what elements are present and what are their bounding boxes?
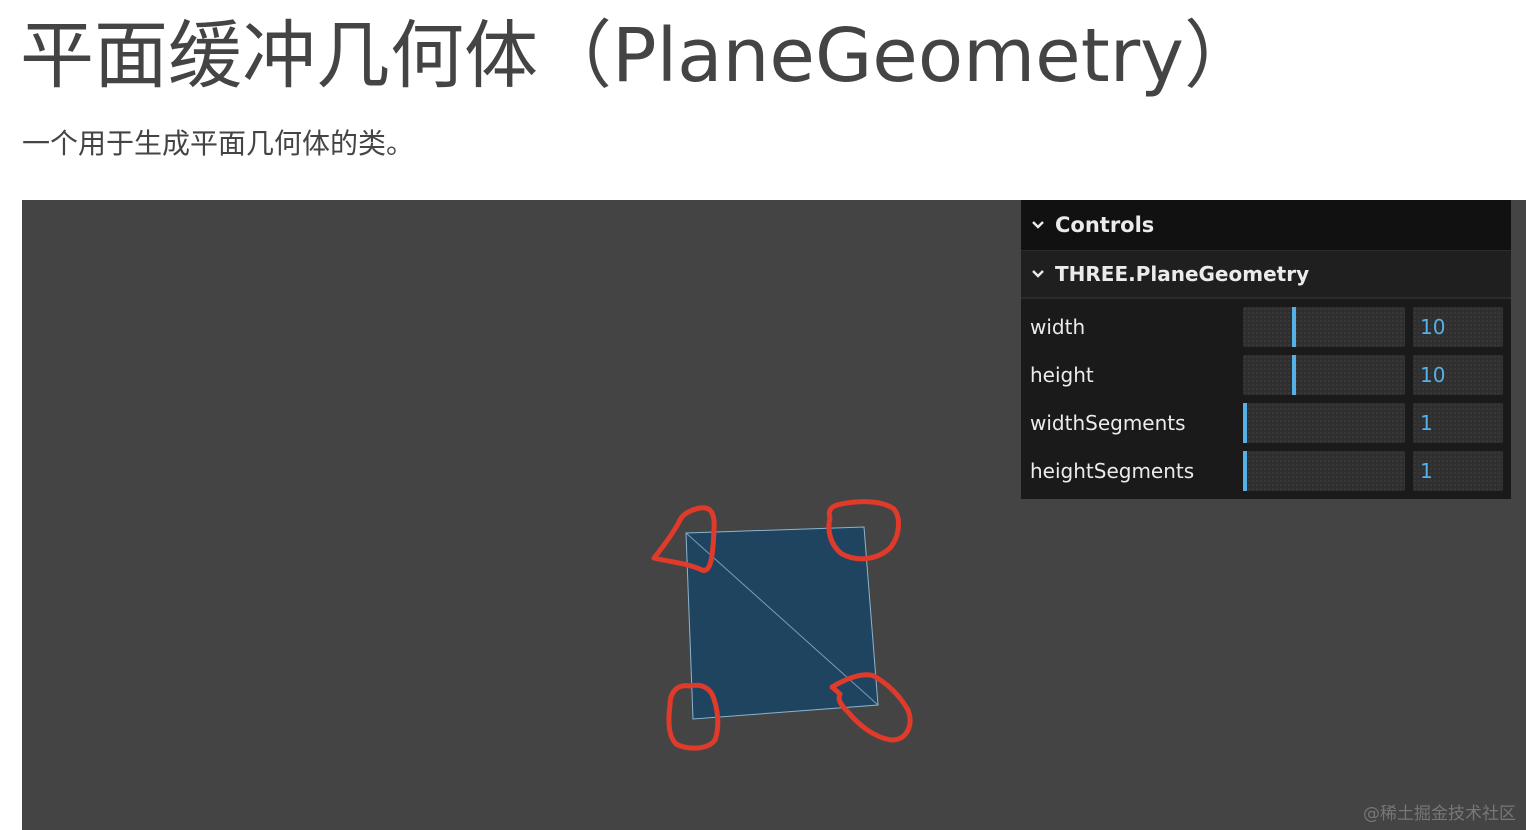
height-slider[interactable] (1243, 355, 1405, 395)
slider-handle[interactable] (1243, 451, 1247, 491)
control-label: widthSegments (1030, 411, 1186, 435)
controls-panel: Controls THREE.PlaneGeometry width 10 he… (1021, 200, 1511, 499)
slider-handle[interactable] (1243, 403, 1247, 443)
control-row-height: height 10 (1021, 351, 1511, 399)
folder-title: THREE.PlaneGeometry (1055, 262, 1310, 286)
slider-handle[interactable] (1292, 355, 1296, 395)
width-value-input[interactable]: 10 (1413, 307, 1503, 347)
folder-plane-geometry[interactable]: THREE.PlaneGeometry (1021, 251, 1511, 299)
width-slider[interactable] (1243, 307, 1405, 347)
controls-title: Controls (1055, 213, 1155, 237)
control-row-height-segments: heightSegments 1 (1021, 447, 1511, 495)
height-value-input[interactable]: 10 (1413, 355, 1503, 395)
chevron-down-icon (1021, 220, 1055, 230)
3d-viewport-canvas[interactable]: Controls THREE.PlaneGeometry width 10 he… (22, 200, 1526, 830)
width-segments-slider[interactable] (1243, 403, 1405, 443)
height-segments-slider[interactable] (1243, 451, 1405, 491)
width-segments-value-input[interactable]: 1 (1413, 403, 1503, 443)
slider-handle[interactable] (1292, 307, 1296, 347)
control-label: height (1030, 363, 1094, 387)
page-description: 一个用于生成平面几何体的类。 (22, 127, 415, 160)
control-label: width (1030, 315, 1086, 339)
controls-title-bar[interactable]: Controls (1021, 200, 1511, 251)
page-title: 平面缓冲几何体（PlaneGeometry） (20, 13, 1258, 99)
watermark-text: @稀土掘金技术社区 (1363, 804, 1516, 824)
chevron-down-icon (1021, 269, 1055, 279)
control-label: heightSegments (1030, 459, 1195, 483)
height-segments-value-input[interactable]: 1 (1413, 451, 1503, 491)
control-row-width: width 10 (1021, 303, 1511, 351)
control-row-width-segments: widthSegments 1 (1021, 399, 1511, 447)
control-rows: width 10 height 10 widthSegments 1 heigh… (1021, 299, 1511, 499)
